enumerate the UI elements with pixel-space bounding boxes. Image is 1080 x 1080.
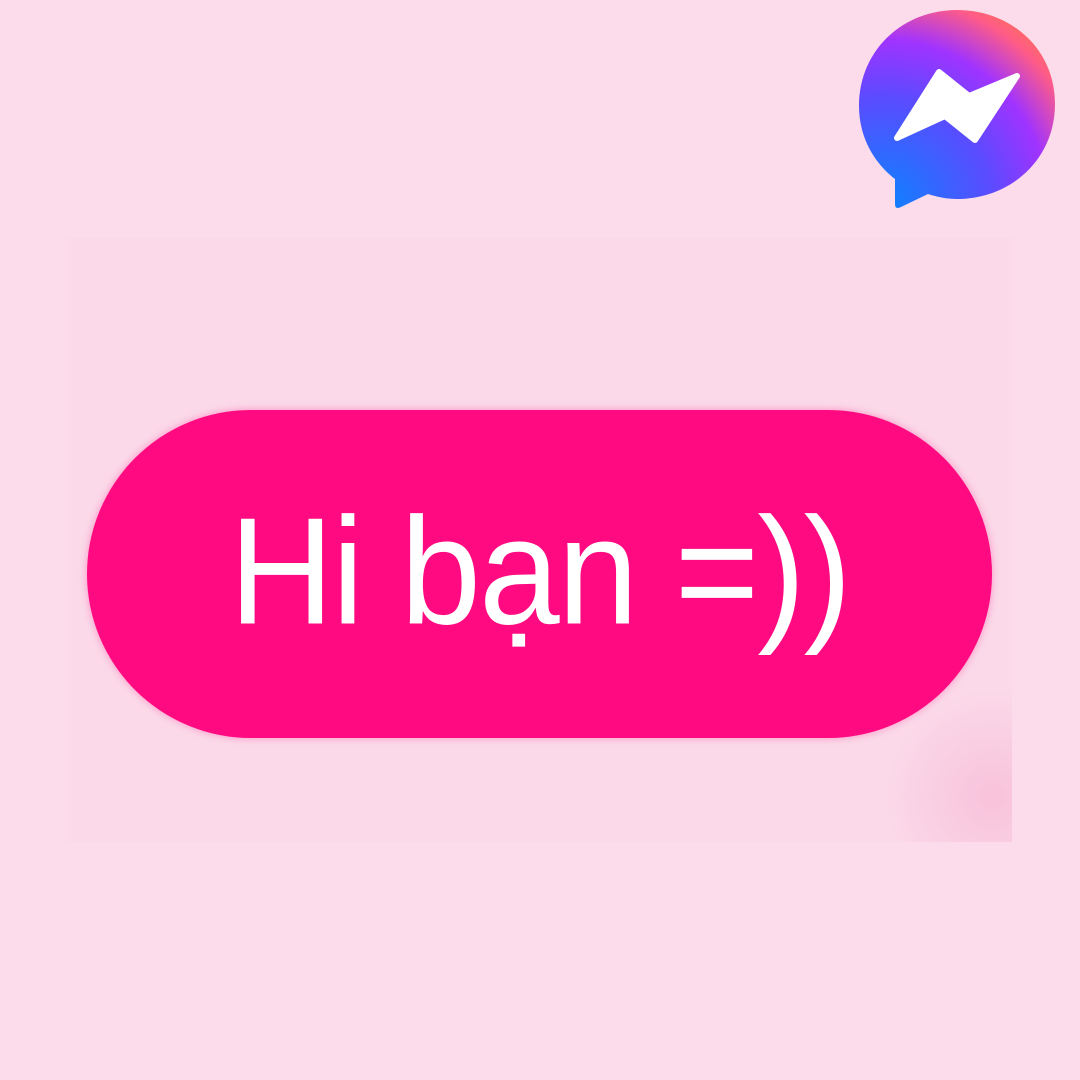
message-text: Hi bạn =)): [229, 485, 852, 656]
messenger-logo-icon: [859, 10, 1055, 208]
message-bubble[interactable]: Hi bạn =)): [87, 410, 992, 738]
